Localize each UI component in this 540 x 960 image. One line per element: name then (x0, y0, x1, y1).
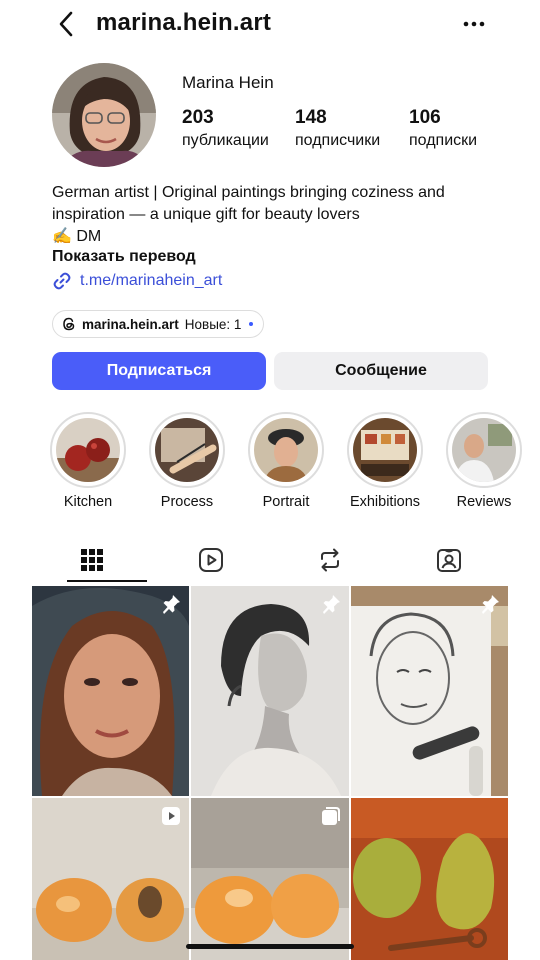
reel-badge (161, 806, 181, 831)
bio-line: German artist | Original paintings bring… (52, 184, 445, 201)
pin-icon (323, 595, 340, 614)
link-icon (53, 272, 71, 290)
pinned-badge (321, 594, 341, 619)
reposts-icon (320, 548, 339, 572)
highlight-label: Reviews (456, 494, 512, 510)
profile-link-text: t.me/marinahein_art (80, 272, 223, 289)
stat-following-count: 106 (409, 107, 441, 128)
stat-following-label: подписки (409, 132, 478, 149)
post-thumbnail[interactable] (351, 798, 508, 960)
highlight-cover (452, 418, 516, 482)
stat-followers-count: 148 (295, 107, 327, 128)
post-thumbnail[interactable] (191, 798, 349, 960)
stat-posts-label: публикации (182, 132, 269, 149)
stat-posts[interactable]: 203 публикации (182, 106, 269, 152)
back-button[interactable] (52, 10, 80, 38)
highlight-ring (50, 412, 126, 488)
profile-username: marina.hein.art (96, 9, 272, 36)
bio-line: inspiration — a unique gift for beauty l… (52, 206, 360, 223)
post-thumbnail[interactable] (191, 586, 349, 796)
threads-badge[interactable]: marina.hein.art Новые: 1 (52, 310, 265, 338)
highlight-label: Portrait (262, 494, 310, 510)
tab-reels[interactable] (151, 538, 270, 582)
profile-tabs (32, 538, 508, 584)
post-thumbnail[interactable] (351, 586, 508, 796)
highlight-process[interactable]: Process (147, 412, 227, 510)
tagged-icon (436, 549, 461, 572)
posts-grid (32, 586, 508, 960)
highlight-ring (149, 412, 225, 488)
more-horizontal-icon (463, 21, 485, 27)
tab-reposts[interactable] (270, 538, 389, 582)
follow-button[interactable]: Подписаться (52, 352, 266, 390)
profile-link[interactable]: t.me/marinahein_art (52, 271, 222, 291)
post-thumbnail[interactable] (32, 798, 189, 960)
post-image (351, 798, 508, 960)
chevron-left-icon (59, 11, 73, 37)
highlight-cover (254, 418, 318, 482)
message-button[interactable]: Сообщение (274, 352, 488, 390)
home-indicator[interactable] (186, 944, 354, 949)
highlight-exhibitions[interactable]: Exhibitions (345, 412, 425, 510)
threads-new-count: Новые: 1 (184, 316, 242, 332)
tab-posts-grid[interactable] (32, 538, 151, 582)
display-name: Marina Hein (182, 73, 274, 92)
stat-followers[interactable]: 148 подписчики (295, 106, 380, 152)
pin-icon (163, 595, 180, 614)
highlight-label: Kitchen (63, 494, 113, 510)
more-options-button[interactable] (460, 10, 488, 38)
carousel-icon (322, 807, 340, 825)
stat-followers-label: подписчики (295, 132, 381, 149)
new-indicator-dot (249, 322, 254, 326)
highlight-cover (155, 418, 219, 482)
bio-line: ✍️ DM (52, 228, 102, 245)
highlight-cover (353, 418, 417, 482)
show-translation-link[interactable]: Показать перевод (52, 248, 196, 266)
carousel-badge (321, 806, 341, 831)
highlight-label: Exhibitions (349, 494, 421, 510)
stat-following[interactable]: 106 подписки (409, 106, 477, 152)
highlight-ring (248, 412, 324, 488)
highlight-reviews[interactable]: Reviews (444, 412, 524, 510)
pinned-badge (480, 594, 500, 619)
pinned-badge (161, 594, 181, 619)
reel-icon (162, 807, 180, 825)
highlight-ring (347, 412, 423, 488)
highlight-ring (446, 412, 522, 488)
profile-avatar[interactable] (52, 63, 156, 167)
pin-icon (482, 595, 499, 614)
tab-tagged[interactable] (389, 538, 508, 582)
grid-icon (80, 549, 103, 571)
threads-username: marina.hein.art (82, 316, 179, 332)
story-highlights: Kitchen Process Portrait Exhibitions Rev… (0, 412, 540, 522)
threads-icon (63, 317, 75, 331)
highlight-cover (56, 418, 120, 482)
reels-icon (198, 548, 223, 572)
profile-bio: German artist | Original paintings bring… (52, 182, 502, 248)
top-bar: marina.hein.art (0, 0, 540, 48)
stat-posts-count: 203 (182, 107, 214, 128)
highlight-label: Process (160, 494, 214, 510)
highlight-kitchen[interactable]: Kitchen (48, 412, 128, 510)
highlight-portrait[interactable]: Portrait (246, 412, 326, 510)
avatar-photo (52, 63, 156, 167)
post-thumbnail[interactable] (32, 586, 189, 796)
